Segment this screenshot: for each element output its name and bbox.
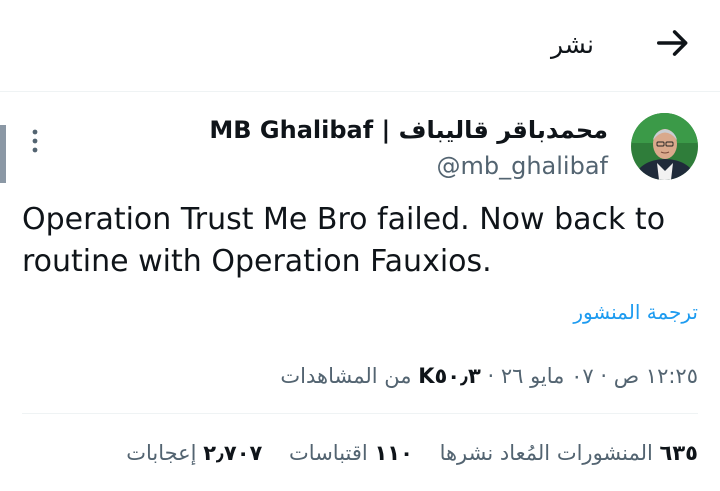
author-display-name[interactable]: محمدباقر قالیباف | MB Ghalibaf <box>209 113 608 147</box>
divider <box>22 413 698 414</box>
top-bar: نشر <box>0 0 720 92</box>
scroll-indicator <box>0 125 6 183</box>
tweet-time[interactable]: ١٢:٢٥ ص <box>614 364 698 388</box>
arrow-right-icon[interactable] <box>654 24 692 62</box>
quotes-label: اقتباسات <box>289 441 368 465</box>
page-title: نشر <box>550 30 594 59</box>
tweet-meta: ١٢:٢٥ ص · ٠٧ مايو ٢٦ · K٥٠٫٣ من المشاهدا… <box>280 358 698 394</box>
likes-count: ٢٫٧٠٧ <box>203 441 263 465</box>
quotes-count: ١١٠ <box>374 441 413 465</box>
likes-label: إعجابات <box>126 441 197 465</box>
meta-separator: · <box>600 364 608 388</box>
translate-post-link[interactable]: ترجمة المنشور <box>573 296 698 328</box>
tweet-text: Operation Trust Me Bro failed. Now back … <box>22 202 666 279</box>
reposts-label: المنشورات المُعاد نشرها <box>439 441 653 465</box>
author-handle[interactable]: @mb_ghalibaf <box>437 148 609 184</box>
more-vertical-icon[interactable] <box>22 126 48 156</box>
tweet-date[interactable]: ٠٧ مايو ٢٦ <box>501 364 594 388</box>
avatar[interactable] <box>631 113 698 180</box>
views-label: من المشاهدات <box>280 364 412 388</box>
engagement-stats: ٦٣٥ المنشورات المُعاد نشرها ١١٠ اقتباسات… <box>126 435 698 471</box>
quotes-stat[interactable]: ١١٠ اقتباسات <box>289 441 413 465</box>
views-count: K٥٠٫٣ <box>418 364 481 388</box>
likes-stat[interactable]: ٢٫٧٠٧ إعجابات <box>126 441 262 465</box>
meta-separator: · <box>487 364 495 388</box>
reposts-stat[interactable]: ٦٣٥ المنشورات المُعاد نشرها <box>440 441 698 465</box>
reposts-count: ٦٣٥ <box>659 441 698 465</box>
